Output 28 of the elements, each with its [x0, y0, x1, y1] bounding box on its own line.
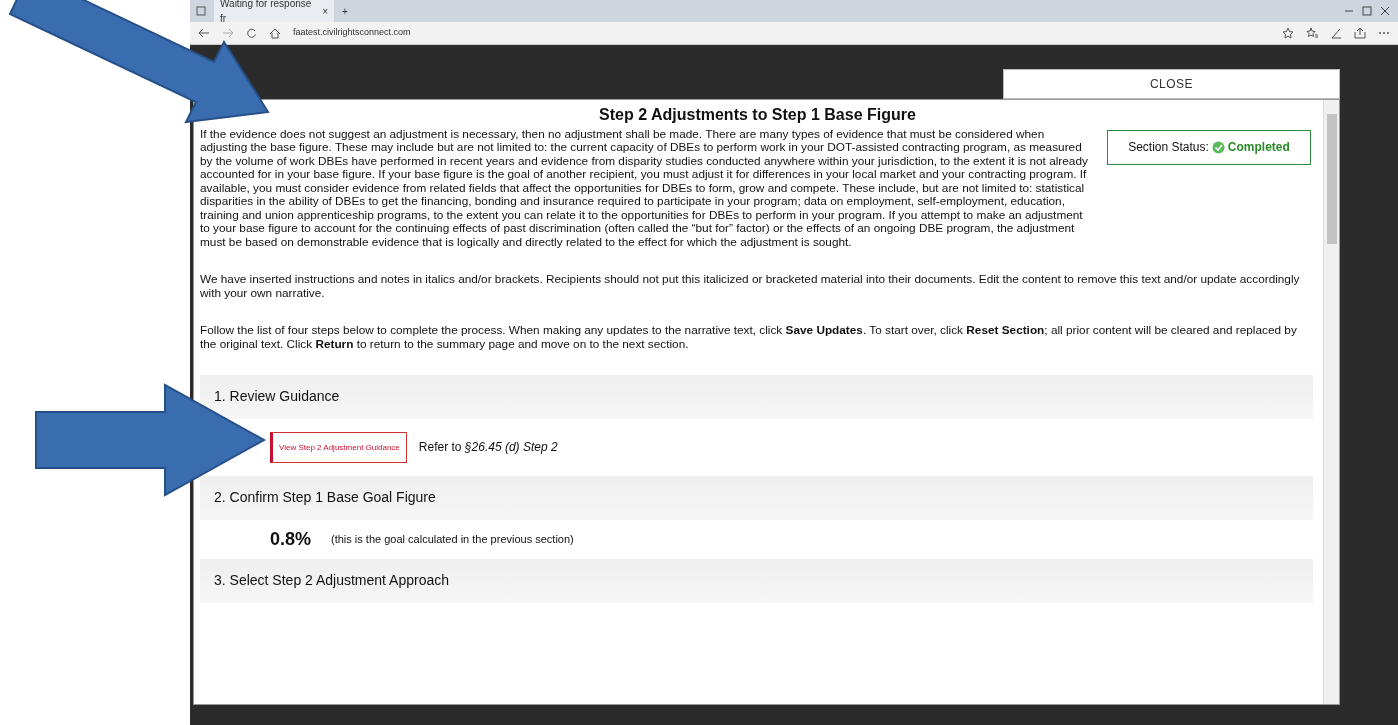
modal-title: Step 2 Adjustments to Step 1 Base Figure: [598, 108, 917, 122]
maximize-icon[interactable]: [1362, 6, 1372, 16]
close-icon[interactable]: [1380, 6, 1390, 16]
favorites-icon[interactable]: [1306, 27, 1318, 39]
guidance-button[interactable]: View Step 2 Adjustment Guidance: [270, 431, 407, 463]
star-icon[interactable]: [1282, 27, 1294, 39]
home-icon[interactable]: [269, 27, 281, 39]
share-icon[interactable]: [1354, 27, 1366, 39]
status-value: Completed: [1227, 140, 1290, 154]
paragraph: If the evidence does not suggest an adjustment is necessary, then no adjustment shall be made. There are many types of evidence that must be considered when adjusting the base figure. These may include but are not limited to: the current capacity of DBEs to perform work in your DOT-assisted contracting program, as measured by the volume of work DBEs have performed in recent years and evidence from disparity studies conducted anywhere within your jurisdiction, to the extent it is not already accounted for in your base figure. If your base figure is the goal of another recipient, you must adjust it for differences in your local market and your contracting program. If available, you must consider evidence from related fields that affect the opportunities for DBEs to form, grow and compete. These include, but are not limited to: statistical disparities in the ability of DBEs to get the financing, bonding and insurance required to participate in your program; data on employment, self-employment, education, training and union apprenticeship programs, to the extent you can relate it to the opportunities for DBEs to perform in your program. If you attempt to make an adjustment to your base figure to account for the continuing effects of past discrimination (often called the “but for” factor) or the effects of an ongoing DBE program, the adjustment must be based on demonstrable evidence that is logically and directly related to the effect for which the adjustment is sought.: [200, 127, 1089, 249]
goal-value: 0.8%: [270, 532, 312, 546]
close-button[interactable]: CLOSE: [1003, 69, 1340, 99]
paragraph: Follow the list of four steps below to complete the process. When making any updates to the narrative text, click Save Updates. To start over, click Reset Section; all prior content will be cleared and replaced by the original text. Click Return to return to the summary page and move on to the next section.: [200, 324, 1298, 351]
status-label: Section Status:: [1128, 140, 1209, 154]
more-icon[interactable]: [1378, 31, 1390, 35]
step-heading: 2. Confirm Step 1 Base Goal Figure: [200, 476, 1313, 520]
paragraph: We have inserted instructions and notes in italics and/or brackets. Recipients should not put this italicized or bracketed material into their documents. Edit the content to remove this text and/or update accordingly with your own narrative.: [200, 273, 1301, 300]
reference-text: Refer to §26.45 (d) Step 2: [418, 440, 558, 454]
new-tab-button[interactable]: +: [342, 3, 348, 19]
pen-icon[interactable]: [1330, 27, 1342, 39]
goal-note: (this is the goal calculated in the previous section): [331, 532, 574, 546]
step-heading: 1. Review Guidance: [200, 375, 1313, 419]
browser-tab[interactable]: Waiting for response fr ×: [214, 0, 334, 22]
scrollbar[interactable]: [1323, 100, 1339, 704]
refresh-icon[interactable]: [246, 27, 257, 39]
back-icon[interactable]: [198, 28, 210, 38]
tabs-icon[interactable]: [196, 6, 206, 16]
step-heading: 3. Select Step 2 Adjustment Approach: [200, 559, 1313, 603]
